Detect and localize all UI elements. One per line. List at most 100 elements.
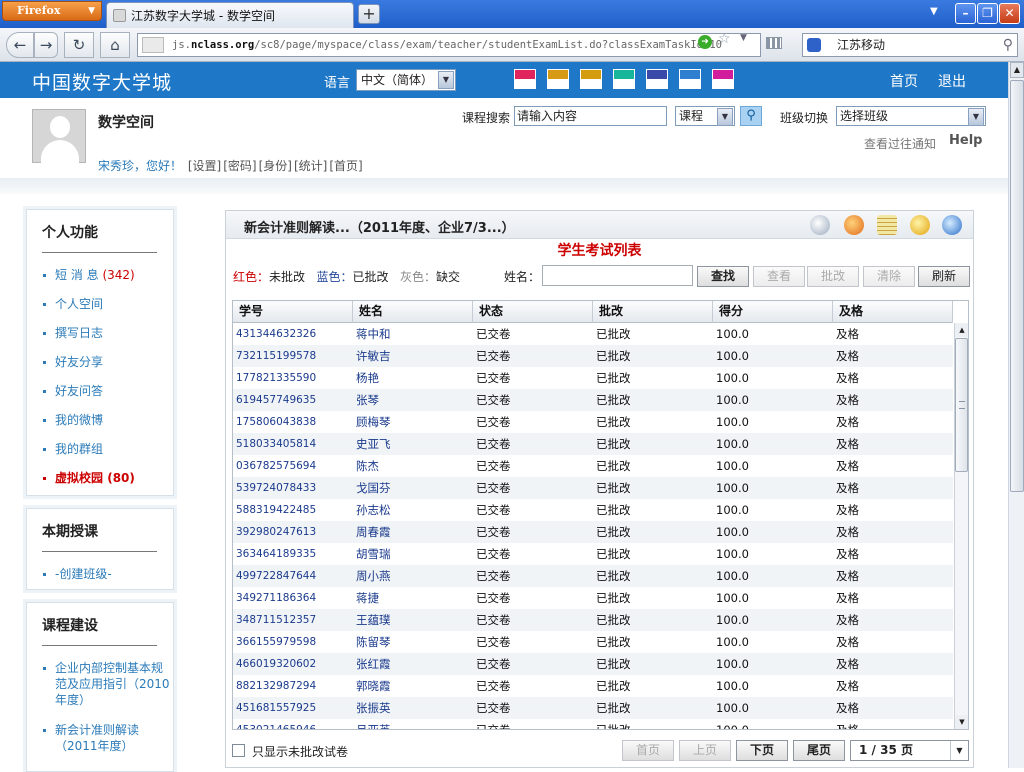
table-row[interactable]: 363464189335 胡雪瑞 已交卷 已批改 100.0 及格 (233, 543, 953, 565)
theme-swatch-3[interactable] (580, 69, 602, 89)
home-button[interactable]: ⌂ (100, 32, 130, 58)
first-page-button[interactable]: 首页 (622, 740, 674, 761)
table-row[interactable]: 619457749635 张琴 已交卷 已批改 100.0 及格 (233, 389, 953, 411)
table-row[interactable]: 466019320602 张红霞 已交卷 已批改 100.0 及格 (233, 653, 953, 675)
bookmark-star-icon[interactable]: ☆ (718, 31, 731, 47)
theme-swatch-4[interactable] (613, 69, 635, 89)
browser-tab[interactable]: 江苏数字大学城 - 数学空间 (106, 2, 354, 28)
past-notices-link[interactable]: 查看过往通知 (864, 135, 936, 152)
scroll-up-icon[interactable]: ▲ (955, 323, 968, 337)
notes-icon[interactable] (877, 215, 897, 235)
course-search-input[interactable]: 请输入内容 (514, 106, 667, 126)
table-row[interactable]: 453021465946吕亚英已交卷已批改100.0及格 (233, 719, 953, 729)
sidebar-item[interactable]: 短 消 息 (342) (41, 261, 173, 290)
table-scrollbar[interactable]: ▲ ▼ (954, 323, 968, 729)
sidebar-item[interactable]: 个人空间 (41, 290, 173, 319)
table-row[interactable]: 349271186364 蒋捷 已交卷 已批改 100.0 及格 (233, 587, 953, 609)
table-row[interactable]: 036782575694 陈杰 已交卷 已批改 100.0 及格 (233, 455, 953, 477)
column-header[interactable]: 得分 (713, 301, 833, 323)
view-button[interactable]: 查看 (753, 266, 805, 287)
site-identity-icon[interactable] (142, 37, 164, 53)
url-bar[interactable]: js.nclass.org/sc8/page/myspace/class/exa… (137, 33, 761, 57)
table-row[interactable]: 431344632326 蒋中和 已交卷 已批改 100.0 及格 (233, 323, 953, 345)
theme-swatch-6[interactable] (679, 69, 701, 89)
speaker-icon[interactable] (810, 215, 830, 235)
back-button[interactable]: ← (6, 32, 34, 58)
column-header[interactable]: 状态 (473, 301, 593, 323)
find-button[interactable]: 查找 (697, 266, 749, 287)
table-row[interactable]: 588319422485 孙志松 已交卷 已批改 100.0 及格 (233, 499, 953, 521)
search-engine-icon[interactable] (807, 38, 821, 52)
last-page-button[interactable]: 尾页 (793, 740, 845, 761)
logout-link[interactable]: 退出 (938, 71, 966, 91)
table-row[interactable]: 882132987294 郭晓霞 已交卷 已批改 100.0 及格 (233, 675, 953, 697)
language-select[interactable]: 中文（简体） ▼ (356, 69, 456, 91)
page-scrollbar[interactable]: ▲ (1008, 62, 1024, 768)
profile-home-link[interactable]: [首页] (329, 159, 362, 173)
help-link[interactable]: Help (949, 133, 982, 148)
table-row[interactable]: 392980247613 周春霞 已交卷 已批改 100.0 及格 (233, 521, 953, 543)
scrollbar-thumb[interactable] (1010, 80, 1024, 492)
sidebar-item[interactable]: 我的微博 (41, 406, 173, 435)
table-row[interactable]: 366155979598 陈留琴 已交卷 已批改 100.0 及格 (233, 631, 953, 653)
password-link[interactable]: [密码] (223, 159, 256, 173)
globe-icon[interactable] (942, 215, 962, 235)
prev-page-button[interactable]: 上页 (679, 740, 731, 761)
sidebar-item[interactable]: 企业内部控制基本规范及应用指引（2010年度） (41, 654, 173, 716)
search-box[interactable]: 江苏移动 ⚲ (802, 33, 1018, 57)
identity-link[interactable]: [身份] (259, 159, 292, 173)
theme-swatch-2[interactable] (547, 69, 569, 89)
table-row[interactable]: 348711512357 王蕴璞 已交卷 已批改 100.0 及格 (233, 609, 953, 631)
scroll-down-icon[interactable]: ▼ (955, 715, 968, 729)
bookmarks-toolbar-icon[interactable] (766, 37, 782, 49)
clear-button[interactable]: 清除 (863, 266, 915, 287)
table-row[interactable]: 177821335590 杨艳 已交卷 已批改 100.0 及格 (233, 367, 953, 389)
column-header[interactable]: 及格 (833, 301, 953, 323)
reload-button[interactable]: ↻ (64, 32, 94, 58)
go-icon[interactable]: ➜ (698, 35, 712, 49)
close-window-button[interactable]: ✕ (999, 3, 1020, 24)
refresh-button[interactable]: 刷新 (918, 266, 970, 287)
table-row[interactable]: 732115199578 许敏吉 已交卷 已批改 100.0 及格 (233, 345, 953, 367)
restore-button[interactable]: ❐ (977, 3, 998, 24)
sidebar-item[interactable]: 好友分享 (41, 348, 173, 377)
theme-swatch-7[interactable] (712, 69, 734, 89)
forward-button[interactable]: → (34, 32, 58, 58)
table-row[interactable]: 539724078433 戈国芬 已交卷 已批改 100.0 及格 (233, 477, 953, 499)
chat-icon[interactable] (910, 215, 930, 235)
column-header[interactable]: 批改 (593, 301, 713, 323)
column-header[interactable]: 姓名 (353, 301, 473, 323)
url-history-dropdown-icon[interactable]: ▼ (740, 33, 747, 43)
course-search-button[interactable]: ⚲ (740, 106, 762, 126)
next-page-button[interactable]: 下页 (736, 740, 788, 761)
page-select[interactable]: 1 / 35 页 ▼ (850, 740, 969, 761)
firefox-menu-button[interactable]: Firefox ▼ (2, 1, 102, 21)
alert-icon[interactable] (844, 215, 864, 235)
course-type-select[interactable]: 课程 ▼ (675, 106, 735, 126)
settings-link[interactable]: [设置] (188, 159, 221, 173)
minimize-button[interactable]: – (955, 3, 976, 24)
only-ungraded-checkbox[interactable] (232, 744, 245, 757)
table-row[interactable]: 175806043838 顾梅琴 已交卷 已批改 100.0 及格 (233, 411, 953, 433)
sidebar-item[interactable]: 我的群组 (41, 435, 173, 464)
column-header[interactable]: 学号 (233, 301, 353, 323)
tab-list-icon[interactable]: ▼ (930, 6, 938, 17)
scroll-up-icon[interactable]: ▲ (1010, 62, 1024, 78)
table-row[interactable]: 518033405814 史亚飞 已交卷 已批改 100.0 及格 (233, 433, 953, 455)
table-scrollbar-thumb[interactable] (955, 338, 968, 472)
new-tab-button[interactable]: + (358, 4, 380, 24)
name-search-input[interactable] (542, 265, 693, 286)
theme-swatch-5[interactable] (646, 69, 668, 89)
search-icon[interactable]: ⚲ (1003, 34, 1013, 56)
sidebar-item[interactable]: 好友问答 (41, 377, 173, 406)
grade-button[interactable]: 批改 (807, 266, 859, 287)
class-select[interactable]: 选择班级 ▼ (836, 106, 986, 126)
sidebar-item[interactable]: 新会计准则解读（2011年度） (41, 716, 173, 762)
table-row[interactable]: 499722847644 周小燕 已交卷 已批改 100.0 及格 (233, 565, 953, 587)
sidebar-item[interactable]: 撰写日志 (41, 319, 173, 348)
sidebar-item[interactable]: 虚拟校园 (80) (41, 464, 173, 493)
home-link[interactable]: 首页 (890, 71, 918, 91)
table-row[interactable]: 451681557925 张振英 已交卷 已批改 100.0 及格 (233, 697, 953, 719)
sidebar-item[interactable]: -创建班级- (41, 560, 173, 589)
statistics-link[interactable]: [统计] (294, 159, 327, 173)
